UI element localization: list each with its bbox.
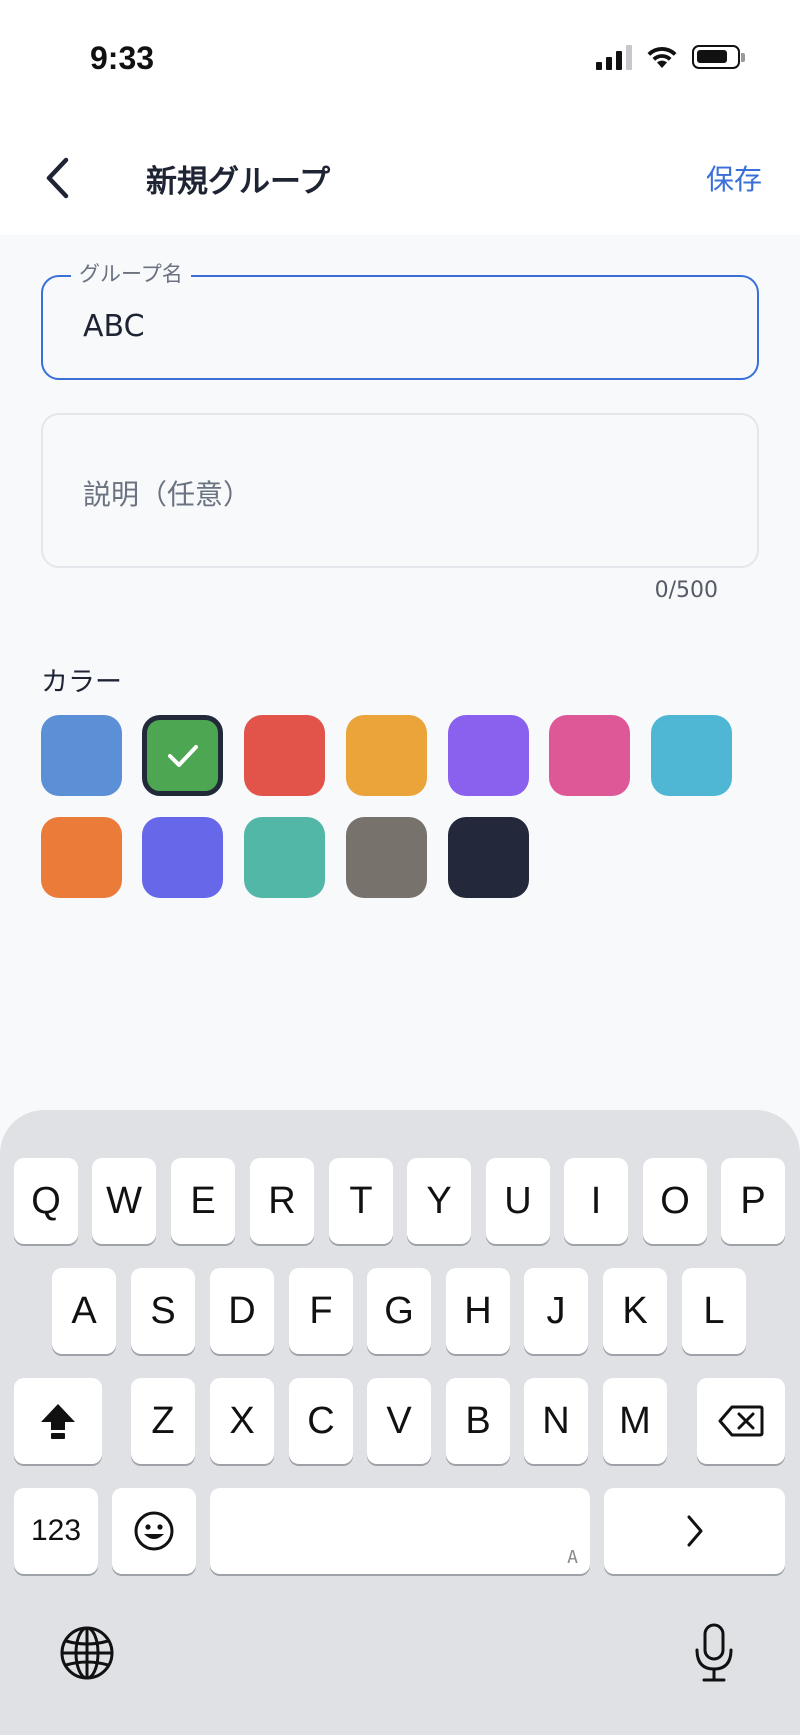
chevron-right-icon (687, 1515, 702, 1547)
navigation-header: 新規グループ 保存 (0, 120, 800, 235)
shift-key[interactable] (14, 1378, 102, 1464)
wifi-icon (647, 46, 677, 68)
key-g[interactable]: G (367, 1268, 431, 1354)
key-t[interactable]: T (329, 1158, 393, 1244)
color-swatch-red[interactable] (244, 715, 325, 796)
key-i[interactable]: I (564, 1158, 628, 1244)
group-name-field[interactable]: グループ名 ABC (41, 258, 759, 380)
key-o[interactable]: O (643, 1158, 707, 1244)
group-name-value[interactable]: ABC (83, 309, 145, 344)
description-placeholder: 説明（任意） (83, 478, 252, 511)
checkmark-icon (167, 744, 198, 767)
description-field[interactable]: 説明（任意） (41, 413, 759, 568)
key-q[interactable]: Q (14, 1158, 78, 1244)
color-swatch-blue[interactable] (41, 715, 122, 796)
key-z[interactable]: Z (131, 1378, 195, 1464)
cellular-signal-icon (596, 44, 632, 70)
status-icons (596, 44, 745, 70)
color-swatch-indigo[interactable] (142, 817, 223, 898)
microphone-icon (695, 1623, 733, 1682)
key-c[interactable]: C (289, 1378, 353, 1464)
group-name-label: グループ名 (71, 258, 191, 288)
color-swatch-green[interactable] (142, 715, 223, 796)
key-v[interactable]: V (367, 1378, 431, 1464)
numbers-key[interactable]: 123 (14, 1488, 98, 1574)
key-s[interactable]: S (131, 1268, 195, 1354)
key-k[interactable]: K (603, 1268, 667, 1354)
shift-icon (41, 1404, 75, 1439)
character-count: 0/500 (654, 578, 718, 603)
key-d[interactable]: D (210, 1268, 274, 1354)
key-u[interactable]: U (486, 1158, 550, 1244)
chevron-left-icon (46, 157, 69, 199)
key-b[interactable]: B (446, 1378, 510, 1464)
status-time: 9:33 (90, 40, 155, 76)
microphone-button[interactable] (679, 1618, 749, 1688)
color-label: カラー (41, 667, 122, 698)
color-swatch-gray[interactable] (346, 817, 427, 898)
key-e[interactable]: E (171, 1158, 235, 1244)
emoji-key[interactable] (112, 1488, 196, 1574)
on-screen-keyboard: Q W E R T Y U I O P A S D F G H J K L Z … (0, 1110, 800, 1735)
delete-key[interactable] (697, 1378, 785, 1464)
space-key[interactable]: A (210, 1488, 590, 1574)
color-swatch-purple[interactable] (448, 715, 529, 796)
color-swatch-amber[interactable] (346, 715, 427, 796)
key-h[interactable]: H (446, 1268, 510, 1354)
key-f[interactable]: F (289, 1268, 353, 1354)
globe-button[interactable] (52, 1618, 122, 1688)
save-button[interactable]: 保存 (706, 158, 762, 198)
color-swatch-cyan[interactable] (651, 715, 732, 796)
color-swatch-pink[interactable] (549, 715, 630, 796)
key-y[interactable]: Y (407, 1158, 471, 1244)
delete-icon (718, 1405, 764, 1437)
space-key-hint: A (567, 1547, 578, 1568)
next-key[interactable] (604, 1488, 785, 1574)
color-swatch-navy[interactable] (448, 817, 529, 898)
key-j[interactable]: J (524, 1268, 588, 1354)
battery-icon (692, 45, 745, 69)
key-p[interactable]: P (721, 1158, 785, 1244)
key-n[interactable]: N (524, 1378, 588, 1464)
key-w[interactable]: W (92, 1158, 156, 1244)
key-m[interactable]: M (603, 1378, 667, 1464)
key-r[interactable]: R (250, 1158, 314, 1244)
key-a[interactable]: A (52, 1268, 116, 1354)
key-l[interactable]: L (682, 1268, 746, 1354)
color-swatch-orange[interactable] (41, 817, 122, 898)
status-bar: 9:33 (0, 0, 800, 120)
globe-icon (60, 1626, 114, 1680)
page-title: 新規グループ (146, 164, 331, 200)
key-x[interactable]: X (210, 1378, 274, 1464)
emoji-icon (134, 1511, 174, 1551)
back-button[interactable] (36, 150, 86, 206)
color-swatch-teal[interactable] (244, 817, 325, 898)
